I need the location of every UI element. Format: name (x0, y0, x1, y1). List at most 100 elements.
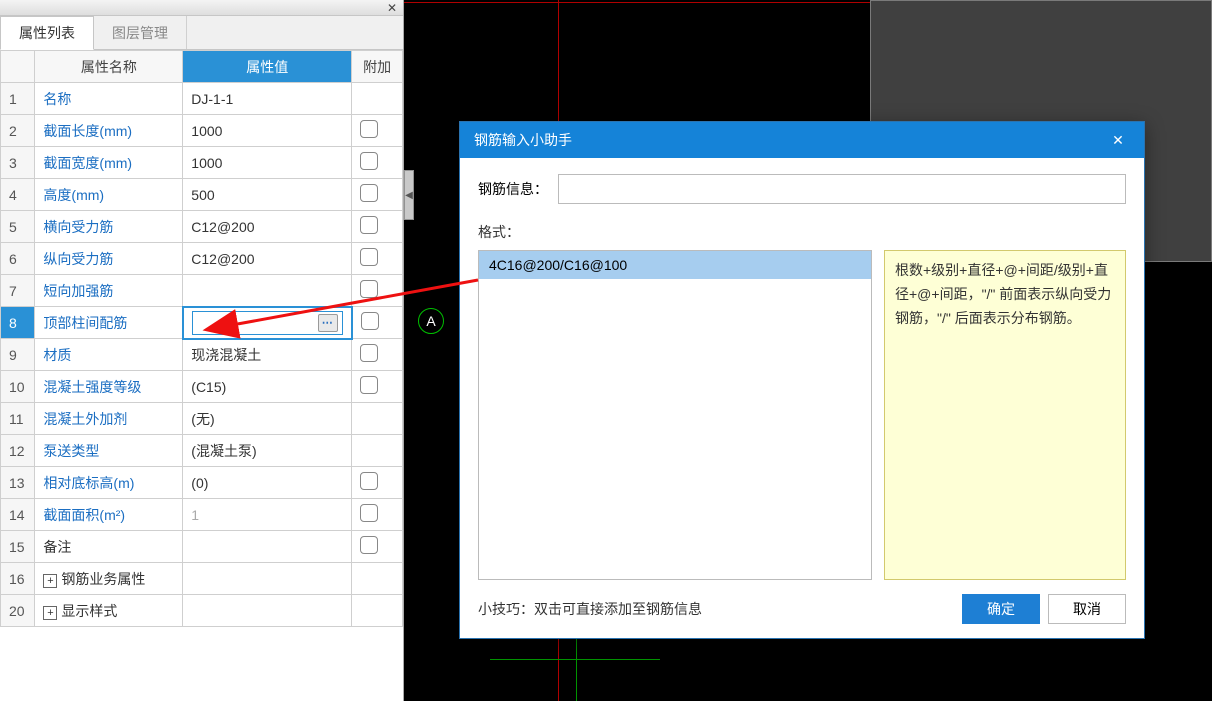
prop-value[interactable]: ⋯ (183, 307, 352, 339)
panel-collapse-toggle[interactable]: ◀ (404, 170, 414, 220)
prop-name[interactable]: 备注 (35, 531, 183, 563)
col-header-index (1, 51, 35, 83)
table-row[interactable]: 20+显示样式 (1, 595, 403, 627)
prop-value[interactable]: (C15) (183, 371, 352, 403)
prop-name[interactable]: 混凝土强度等级 (35, 371, 183, 403)
prop-value[interactable] (183, 563, 352, 595)
extra-checkbox[interactable] (360, 280, 378, 298)
prop-value[interactable]: C12@200 (183, 211, 352, 243)
table-row[interactable]: 4高度(mm)500 (1, 179, 403, 211)
row-index[interactable]: 20 (1, 595, 35, 627)
extra-checkbox[interactable] (360, 504, 378, 522)
table-row[interactable]: 12泵送类型(混凝土泵) (1, 435, 403, 467)
prop-name[interactable]: 顶部柱间配筋 (35, 307, 183, 339)
table-row[interactable]: 13相对底标高(m)(0) (1, 467, 403, 499)
prop-value[interactable]: 500 (183, 179, 352, 211)
tab-properties[interactable]: 属性列表 (0, 16, 94, 50)
table-row[interactable]: 15备注 (1, 531, 403, 563)
prop-value[interactable] (183, 595, 352, 627)
table-row[interactable]: 2截面长度(mm)1000 (1, 115, 403, 147)
prop-name[interactable]: 短向加强筋 (35, 275, 183, 307)
table-row[interactable]: 5横向受力筋C12@200 (1, 211, 403, 243)
prop-name[interactable]: 横向受力筋 (35, 211, 183, 243)
prop-name[interactable]: 混凝土外加剂 (35, 403, 183, 435)
extra-checkbox[interactable] (360, 152, 378, 170)
expand-toggle-icon[interactable]: + (43, 574, 57, 588)
col-header-extra[interactable]: 附加 (352, 51, 403, 83)
prop-name[interactable]: 高度(mm) (35, 179, 183, 211)
table-row[interactable]: 10混凝土强度等级(C15) (1, 371, 403, 403)
prop-value[interactable]: (0) (183, 467, 352, 499)
expand-toggle-icon[interactable]: + (43, 606, 57, 620)
prop-name[interactable]: 材质 (35, 339, 183, 371)
row-index[interactable]: 12 (1, 435, 35, 467)
prop-value[interactable]: 现浇混凝土 (183, 339, 352, 371)
prop-value[interactable] (183, 531, 352, 563)
row-index[interactable]: 8 (1, 307, 35, 339)
prop-name[interactable]: 纵向受力筋 (35, 243, 183, 275)
format-item[interactable]: 4C16@200/C16@100 (479, 251, 871, 279)
rebar-info-input[interactable] (558, 174, 1126, 204)
prop-name[interactable]: 相对底标高(m) (35, 467, 183, 499)
prop-name[interactable]: 名称 (35, 83, 183, 115)
extra-checkbox[interactable] (360, 376, 378, 394)
table-row[interactable]: 6纵向受力筋C12@200 (1, 243, 403, 275)
table-row[interactable]: 3截面宽度(mm)1000 (1, 147, 403, 179)
prop-name[interactable]: 泵送类型 (35, 435, 183, 467)
row-index[interactable]: 16 (1, 563, 35, 595)
extra-checkbox[interactable] (361, 312, 379, 330)
dialog-titlebar[interactable]: 钢筋输入小助手 ✕ (460, 122, 1144, 158)
prop-value[interactable]: C12@200 (183, 243, 352, 275)
table-row[interactable]: 7短向加强筋 (1, 275, 403, 307)
ellipsis-icon[interactable]: ⋯ (318, 314, 338, 332)
table-row[interactable]: 16+钢筋业务属性 (1, 563, 403, 595)
close-icon[interactable]: ✕ (1106, 128, 1130, 152)
extra-checkbox[interactable] (360, 472, 378, 490)
row-index[interactable]: 14 (1, 499, 35, 531)
prop-value[interactable]: 1 (183, 499, 352, 531)
table-row[interactable]: 14截面面积(m²)1 (1, 499, 403, 531)
table-row[interactable]: 1名称DJ-1-1 (1, 83, 403, 115)
row-index[interactable]: 6 (1, 243, 35, 275)
dialog-body: 钢筋信息： 格式： 4C16@200/C16@100 根数+级别+直径+@+间距… (460, 158, 1144, 638)
row-index[interactable]: 2 (1, 115, 35, 147)
table-row[interactable]: 8顶部柱间配筋 ⋯ (1, 307, 403, 339)
extra-checkbox[interactable] (360, 120, 378, 138)
prop-name[interactable]: +显示样式 (35, 595, 183, 627)
prop-value[interactable]: (混凝土泵) (183, 435, 352, 467)
row-index[interactable]: 11 (1, 403, 35, 435)
row-index[interactable]: 5 (1, 211, 35, 243)
cancel-button[interactable]: 取消 (1048, 594, 1126, 624)
row-index[interactable]: 3 (1, 147, 35, 179)
col-header-value[interactable]: 属性值 (183, 51, 352, 83)
row-index[interactable]: 10 (1, 371, 35, 403)
row-index[interactable]: 7 (1, 275, 35, 307)
extra-checkbox[interactable] (360, 536, 378, 554)
extra-checkbox[interactable] (360, 184, 378, 202)
row-index[interactable]: 4 (1, 179, 35, 211)
format-list[interactable]: 4C16@200/C16@100 (478, 250, 872, 580)
table-row[interactable]: 9材质现浇混凝土 (1, 339, 403, 371)
row-index[interactable]: 13 (1, 467, 35, 499)
prop-value[interactable]: 1000 (183, 115, 352, 147)
col-header-name[interactable]: 属性名称 (35, 51, 183, 83)
prop-value[interactable]: DJ-1-1 (183, 83, 352, 115)
close-icon[interactable]: ✕ (387, 1, 397, 15)
prop-name[interactable]: 截面面积(m²) (35, 499, 183, 531)
extra-checkbox[interactable] (360, 216, 378, 234)
row-index[interactable]: 1 (1, 83, 35, 115)
prop-name[interactable]: 截面长度(mm) (35, 115, 183, 147)
tab-layers[interactable]: 图层管理 (94, 16, 187, 49)
prop-value[interactable]: (无) (183, 403, 352, 435)
extra-checkbox[interactable] (360, 344, 378, 362)
prop-value-editor[interactable]: ⋯ (192, 311, 343, 335)
prop-name[interactable]: +钢筋业务属性 (35, 563, 183, 595)
row-index[interactable]: 15 (1, 531, 35, 563)
table-row[interactable]: 11混凝土外加剂(无) (1, 403, 403, 435)
prop-value[interactable]: 1000 (183, 147, 352, 179)
ok-button[interactable]: 确定 (962, 594, 1040, 624)
prop-name[interactable]: 截面宽度(mm) (35, 147, 183, 179)
row-index[interactable]: 9 (1, 339, 35, 371)
extra-checkbox[interactable] (360, 248, 378, 266)
prop-value[interactable] (183, 275, 352, 307)
